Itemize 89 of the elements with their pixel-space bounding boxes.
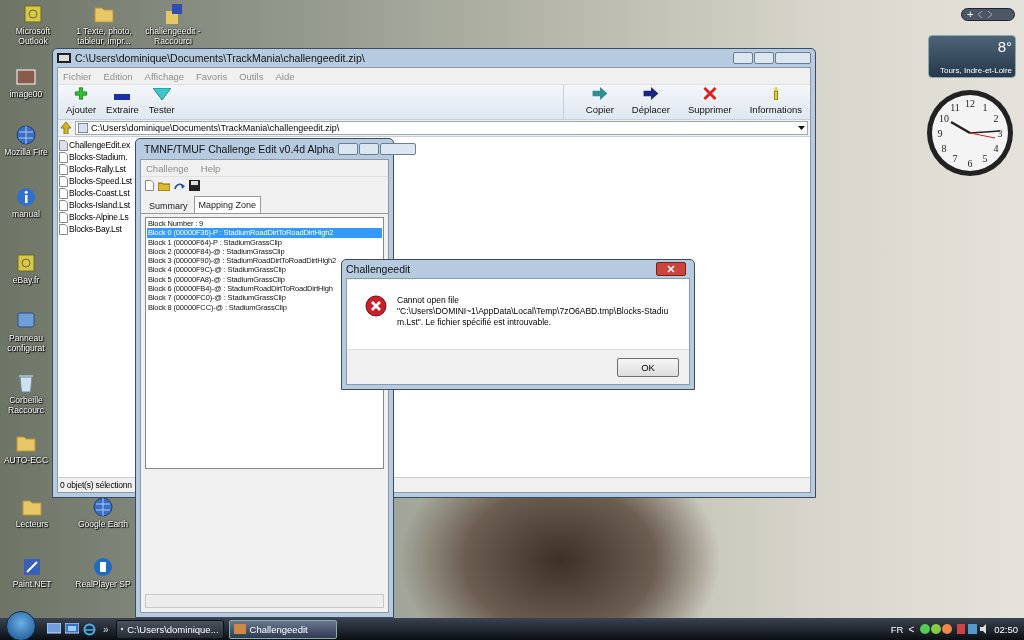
file-name[interactable]: Blocks-Alpine.Ls [69,212,129,222]
info-icon [15,186,37,208]
tab[interactable]: Mapping Zone [193,196,262,213]
clock-numeral: 7 [952,153,958,165]
desktop-icon[interactable] [47,622,61,635]
desktop-icon-label[interactable]: 1 Texte, photo, tableur, impr... [68,26,140,46]
check-icon [152,88,171,100]
globe-icon [15,124,37,146]
toolbar-button[interactable]: Déplacer [629,85,672,117]
desktop-icon-label[interactable]: AUTO-ECC [3,455,49,465]
desktop-icon-label[interactable]: Lecteurs [15,519,49,529]
clock-numeral: 10 [939,112,949,124]
clock-numeral: 8 [941,142,947,154]
file-name[interactable]: Blocks-Rally.Lst [69,164,126,174]
file-name[interactable]: ChallengeEdit.ex [69,140,131,150]
plus-icon [73,87,90,100]
minimize-button[interactable] [338,143,359,155]
browser-icon[interactable] [83,622,96,636]
overflow-button[interactable]: » [101,623,111,635]
taskbar-button[interactable]: Challengeedit [228,619,337,639]
open-folder-icon[interactable] [158,180,170,191]
clock-numeral: 9 [937,127,943,139]
weather-location: Tours, Indre-et-Loire [939,66,1012,75]
maximize-button[interactable] [754,52,774,64]
file-name[interactable]: Blocks-Stadium. [69,152,128,162]
taskbar-button[interactable]: C:\Users\dominique... [115,619,224,639]
window-title: TMNF/TMUF Challenge Edit v0.4d Alpha [144,143,335,155]
arrow-icon [591,87,608,100]
clock-numeral: 2 [993,112,999,124]
globe-icon [92,496,114,518]
clock-numeral: 3 [997,127,1003,139]
ok-button[interactable]: OK [617,357,679,377]
clock-numeral: 6 [967,157,973,169]
file-name[interactable]: Blocks-Coast.Lst [69,188,130,198]
tab[interactable]: Summary [145,199,192,213]
clock-numeral: 12 [965,97,975,109]
file-name[interactable]: Blocks-Bay.Lst [69,224,122,234]
desktop-icon-label[interactable]: RealPlayer SP [75,579,131,589]
new-file-icon[interactable] [145,180,154,191]
minimize-button[interactable] [733,52,753,64]
toolbar-button[interactable]: Informations [747,85,804,117]
toolbar-button[interactable]: Extraire [104,85,141,117]
toolbar-button[interactable]: Ajouter [64,85,99,117]
clock-numeral: 1 [982,101,988,113]
toolbar-button[interactable]: Copier [583,85,616,117]
dialog-title: Challengeedit [346,263,411,275]
desktop-icon-label[interactable]: Paint.NET [12,579,52,589]
arrow-icon [642,87,659,100]
clock-numeral: 11 [950,101,960,113]
close-icon [667,265,675,273]
maximize-button[interactable] [359,143,380,155]
desktop-icon-label[interactable]: image00 [9,89,43,99]
minus-icon [114,94,131,100]
window-title: C:\Users\dominique\Documents\TrackMania\challengeedit.zip\ [75,52,365,64]
add-gadget-button[interactable]: + [967,9,974,20]
clock-numeral: 4 [993,142,999,154]
desktop-icon-label[interactable]: Google Earth [77,519,129,529]
desktop-icon-label[interactable]: Corbeille Raccourc [0,395,52,415]
file-icon [59,139,68,151]
archive-file-icon [78,123,88,133]
arrows-icon[interactable] [977,11,994,18]
hour-hand [950,120,971,135]
toolbar-button[interactable]: Supprimer [685,85,734,117]
redo-icon[interactable] [174,181,185,190]
desktop-icon-label[interactable]: Panneau configurat [0,333,52,353]
window-switch-icon[interactable] [65,622,79,635]
desktop-icon-label[interactable]: Mozilla Fire [4,147,48,157]
show-hidden-icons-button[interactable]: < [908,623,915,635]
error-icon [365,295,387,317]
clock-time: 02:50 [994,623,1018,635]
desktop-icon-label[interactable]: Microsoft Outlook [3,26,63,46]
file-name[interactable]: Blocks-Speed.Lst [69,176,132,186]
file-name[interactable]: Blocks-Island.Lst [69,200,130,210]
up-arrow-icon[interactable] [60,122,72,134]
dropdown-arrow-icon[interactable] [798,126,805,130]
desktop-icon-label[interactable]: manual [12,209,40,219]
save-icon[interactable] [189,180,200,191]
clock-numeral: 5 [982,153,988,165]
second-hand [969,132,996,139]
close-button[interactable] [656,262,686,276]
error-message: "C:\Users\DOMINI~1\AppData\Local\Temp\7zO6ABD.tmp\Blocks-Stadium.Lst". Le fichier spécifié est introuvable. [397,306,669,328]
temperature: 8° [997,38,1012,55]
picture-icon [15,66,37,88]
error-heading: Cannot open file [397,295,460,306]
language-indicator[interactable]: FR [890,623,904,635]
desktop-icon-label[interactable]: eBay.fr [12,275,40,285]
address-field[interactable]: C:\Users\dominique\Documents\TrackMania\challengeedit.zip\ [75,121,808,135]
delete-icon [702,87,717,100]
toolbar-button[interactable]: Tester [146,85,177,117]
